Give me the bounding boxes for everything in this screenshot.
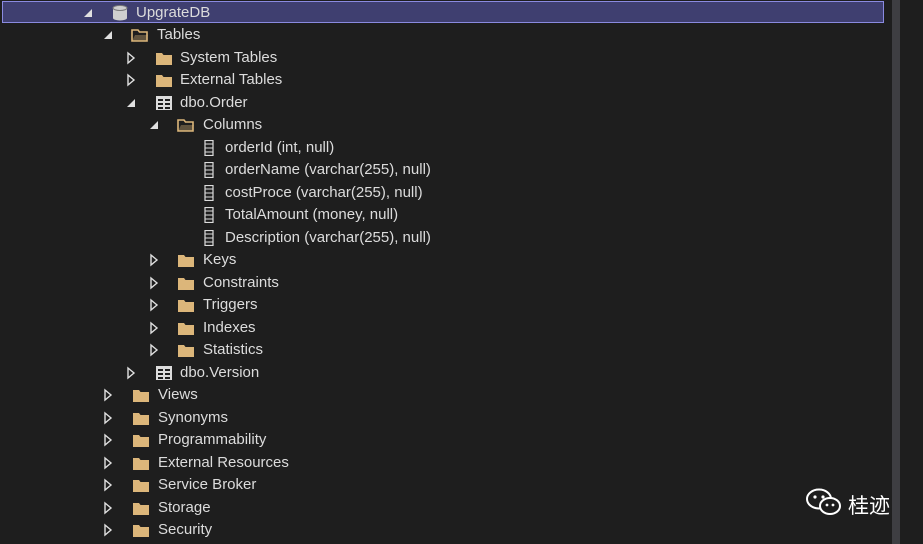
tree-node-label: Storage <box>158 499 211 516</box>
tree-node-statistics[interactable]: Statistics <box>0 339 890 361</box>
tree-node-label: Security <box>158 521 213 538</box>
tree-node-table-version[interactable]: dbo.Version <box>0 362 890 384</box>
folder-icon <box>178 323 194 335</box>
tree-node-label: External Tables <box>180 71 283 88</box>
column-icon <box>204 162 214 178</box>
tree-node-column[interactable]: orderId (int, null) <box>0 137 890 159</box>
collapsed-arrow-icon[interactable] <box>149 253 159 267</box>
tree-node-indexes[interactable]: Indexes <box>0 317 890 339</box>
tree-node-label: System Tables <box>180 49 278 66</box>
tree-node-label: Triggers <box>203 296 258 313</box>
wechat-icon <box>806 488 841 515</box>
tree-node-views[interactable]: Views <box>0 384 890 406</box>
tree-node-label: Keys <box>203 251 237 268</box>
folder-icon <box>178 255 194 267</box>
column-icon <box>204 140 214 156</box>
folder-icon <box>133 435 149 447</box>
tree-node-columns[interactable]: Columns <box>0 114 890 136</box>
table-icon <box>156 366 172 380</box>
folder-icon <box>156 75 172 87</box>
tree-node-storage[interactable]: Storage <box>0 497 890 519</box>
tree-node-label: Columns <box>203 116 263 133</box>
expanded-arrow-icon[interactable] <box>83 6 93 20</box>
collapsed-arrow-icon[interactable] <box>149 321 159 335</box>
folder-icon <box>178 278 194 290</box>
open-folder-icon <box>177 119 194 132</box>
tree-node-label: dbo.Order <box>180 94 248 111</box>
tree-node-external-resources[interactable]: External Resources <box>0 452 890 474</box>
tree-node-database[interactable]: UpgrateDB <box>2 1 884 23</box>
column-icon <box>204 185 214 201</box>
tree-node-label: Indexes <box>203 319 256 336</box>
scrollbar-track[interactable] <box>892 0 900 544</box>
folder-icon <box>133 390 149 402</box>
tree-node-security[interactable]: Security <box>0 519 890 541</box>
tree-node-column[interactable]: TotalAmount (money, null) <box>0 204 890 226</box>
folder-icon <box>178 345 194 357</box>
tree-node-label: dbo.Version <box>180 364 260 381</box>
tree-node-label: Description (varchar(255), null) <box>225 229 431 246</box>
tree-node-table-order[interactable]: dbo.Order <box>0 92 890 114</box>
tree-node-triggers[interactable]: Triggers <box>0 294 890 316</box>
collapsed-arrow-icon[interactable] <box>103 456 113 470</box>
tree-node-label: Constraints <box>203 274 279 291</box>
tree-node-column[interactable]: Description (varchar(255), null) <box>0 227 890 249</box>
tree-node-label: Tables <box>157 26 201 43</box>
collapsed-arrow-icon[interactable] <box>103 501 113 515</box>
folder-icon <box>133 480 149 492</box>
collapsed-arrow-icon[interactable] <box>149 298 159 312</box>
folder-icon <box>133 458 149 470</box>
tree-node-synonyms[interactable]: Synonyms <box>0 407 890 429</box>
tree-node-label: TotalAmount (money, null) <box>225 206 399 223</box>
table-icon <box>156 96 172 110</box>
tree-node-service-broker[interactable]: Service Broker <box>0 474 890 496</box>
tree-node-external-tables[interactable]: External Tables <box>0 69 890 91</box>
tree-node-label: Synonyms <box>158 409 229 426</box>
database-icon <box>112 5 128 21</box>
tree-node-label: costProce (varchar(255), null) <box>225 184 423 201</box>
folder-icon <box>133 503 149 515</box>
tree-node-programmability[interactable]: Programmability <box>0 429 890 451</box>
collapsed-arrow-icon[interactable] <box>126 51 136 65</box>
tree-node-keys[interactable]: Keys <box>0 249 890 271</box>
collapsed-arrow-icon[interactable] <box>103 388 113 402</box>
expanded-arrow-icon[interactable] <box>126 96 136 110</box>
collapsed-arrow-icon[interactable] <box>149 343 159 357</box>
watermark-text: 桂迹 <box>848 494 890 518</box>
open-folder-icon <box>131 29 148 42</box>
tree-node-label: Service Broker <box>158 476 257 493</box>
tree-node-label: orderId (int, null) <box>225 139 335 156</box>
tree-node-column[interactable]: costProce (varchar(255), null) <box>0 182 890 204</box>
collapsed-arrow-icon[interactable] <box>126 366 136 380</box>
folder-icon <box>133 525 149 537</box>
tree-node-label: Programmability <box>158 431 267 448</box>
object-explorer-tree: UpgrateDB Tables System Tables External … <box>0 0 890 544</box>
vertical-scrollbar[interactable] <box>890 0 923 544</box>
collapsed-arrow-icon[interactable] <box>149 276 159 290</box>
collapsed-arrow-icon[interactable] <box>126 73 136 87</box>
expanded-arrow-icon[interactable] <box>149 118 159 132</box>
folder-icon <box>178 300 194 312</box>
tree-node-column[interactable]: orderName (varchar(255), null) <box>0 159 890 181</box>
tree-node-label: UpgrateDB <box>136 4 211 21</box>
tree-node-constraints[interactable]: Constraints <box>0 272 890 294</box>
tree-node-system-tables[interactable]: System Tables <box>0 47 890 69</box>
collapsed-arrow-icon[interactable] <box>103 433 113 447</box>
tree-node-label: Statistics <box>203 341 264 358</box>
collapsed-arrow-icon[interactable] <box>103 478 113 492</box>
folder-icon <box>156 53 172 65</box>
folder-icon <box>133 413 149 425</box>
tree-node-label: orderName (varchar(255), null) <box>225 161 431 178</box>
collapsed-arrow-icon[interactable] <box>103 411 113 425</box>
tree-node-tables[interactable]: Tables <box>0 24 890 46</box>
column-icon <box>204 207 214 223</box>
column-icon <box>204 230 214 246</box>
expanded-arrow-icon[interactable] <box>103 28 113 42</box>
tree-node-label: External Resources <box>158 454 289 471</box>
tree-node-label: Views <box>158 386 198 403</box>
collapsed-arrow-icon[interactable] <box>103 523 113 537</box>
